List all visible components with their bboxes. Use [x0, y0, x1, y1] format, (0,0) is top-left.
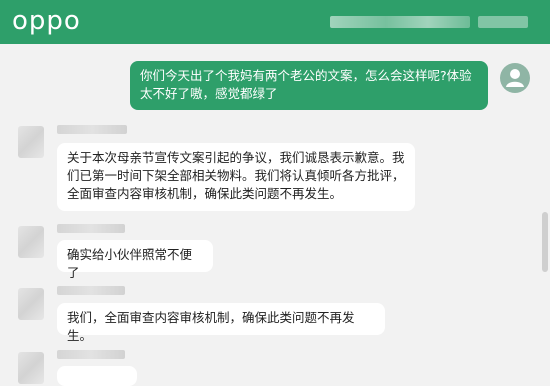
- incoming-message: 确实给小伙伴照常不便了: [57, 240, 213, 280]
- brand-logo: oppo: [12, 6, 81, 36]
- blurred-sender-name: [57, 224, 125, 233]
- incoming-message: 我们，全面审查内容审核机制，确保此类问题不再发生。: [57, 303, 385, 343]
- incoming-message-partial: [57, 366, 137, 386]
- blurred-account-name: [330, 16, 470, 28]
- header-bar: oppo: [0, 0, 550, 44]
- user-avatar[interactable]: [500, 63, 530, 93]
- incoming-message: 关于本次母亲节宣传文案引起的争议，我们诚恳表示歉意。我 们已第一时间下架全部相关…: [57, 143, 415, 211]
- blurred-account-name-suffix: [478, 16, 528, 28]
- blurred-sender-name: [57, 125, 127, 134]
- blurred-sender-name: [57, 286, 125, 295]
- blurred-avatar: [18, 288, 44, 320]
- blurred-avatar: [18, 352, 44, 384]
- scrollbar[interactable]: [542, 212, 548, 272]
- person-icon: [506, 69, 524, 87]
- blurred-sender-name: [57, 350, 125, 359]
- blurred-avatar: [18, 126, 44, 158]
- blurred-avatar: [18, 226, 44, 258]
- outgoing-message: 你们今天出了个我妈有两个老公的文案，怎么会这样呢?体验 太不好了嗷，感觉都绿了: [130, 61, 488, 110]
